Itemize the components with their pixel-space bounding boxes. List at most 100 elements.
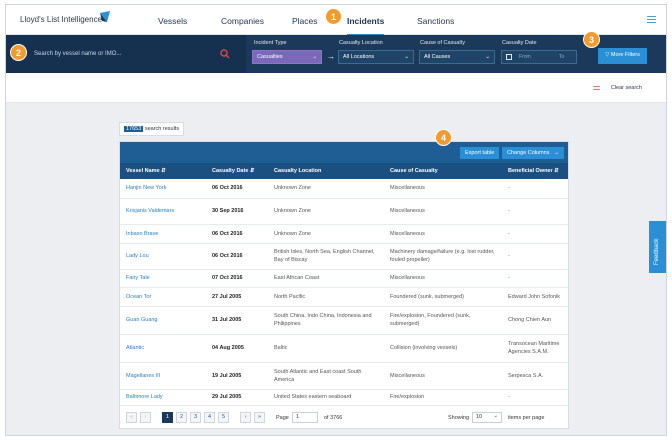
casualty-location-select[interactable]: All Locations ⌄ bbox=[338, 50, 414, 64]
vessel-name-link[interactable]: Fairy Tale bbox=[120, 269, 206, 288]
nav-places[interactable]: Places bbox=[292, 16, 318, 26]
beneficial-owner-cell: - bbox=[502, 179, 568, 199]
search-icon[interactable] bbox=[220, 49, 230, 59]
arrow-right-icon: → bbox=[327, 52, 335, 61]
vessel-name-link[interactable]: Hanjin New York bbox=[120, 179, 206, 199]
incident-type-value: Casualties bbox=[257, 54, 283, 60]
page-button-4[interactable]: 4 bbox=[204, 412, 215, 423]
change-columns-button[interactable]: Change Columns ⌄ bbox=[502, 147, 564, 159]
next-page-icon[interactable]: › bbox=[240, 412, 251, 423]
cause-of-casualty-label: Cause of Casualty bbox=[420, 40, 465, 46]
table-toolbar: Export table Change Columns ⌄ bbox=[120, 142, 568, 163]
casualty-date-range[interactable]: From To bbox=[501, 50, 577, 64]
chevron-down-icon: ⌄ bbox=[312, 54, 317, 60]
casualty-date-cell: 27 Jul 2005 bbox=[206, 287, 268, 307]
results-count-suffix: search results bbox=[144, 126, 180, 132]
beneficial-owner-cell: - bbox=[502, 224, 568, 244]
casualty-location-cell: North Pacific bbox=[268, 287, 384, 307]
column-header-vessel-name[interactable]: Vessel Name ⇵ bbox=[120, 163, 206, 179]
change-columns-label: Change Columns bbox=[507, 150, 550, 156]
sort-icon[interactable]: ⇵ bbox=[161, 168, 166, 174]
vessel-name-link[interactable]: Ocean Tor bbox=[120, 287, 206, 307]
items-per-page-label: items per page bbox=[508, 415, 545, 421]
table-row[interactable]: Magellanes III 19 Jul 2005 South Atlanti… bbox=[120, 362, 568, 390]
results-table-card: Export table Change Columns ⌄ Vessel Nam… bbox=[119, 141, 569, 429]
date-to-input[interactable]: To bbox=[559, 54, 564, 60]
table-row[interactable]: Guan Guang 31 Jul 2005 South China, Indo… bbox=[120, 306, 568, 335]
column-header-casualty-date[interactable]: Casualty Date ⇵ bbox=[206, 163, 268, 179]
nav-companies[interactable]: Companies bbox=[221, 16, 264, 26]
vessel-name-link[interactable]: Guan Guang bbox=[120, 306, 206, 335]
casualty-date-cell: 06 Oct 2016 bbox=[206, 243, 268, 270]
table-row[interactable]: Hanjin New York 06 Oct 2016 Unknown Zone… bbox=[120, 179, 568, 199]
table-row[interactable]: Ocean Tor 27 Jul 2005 North Pacific Foun… bbox=[120, 287, 568, 307]
beneficial-owner-cell: Serpesca S.A. bbox=[502, 362, 568, 390]
first-page-icon[interactable]: « bbox=[126, 412, 137, 423]
sort-icon[interactable]: ⇵ bbox=[554, 168, 559, 174]
table-row[interactable]: Baltimore Lady 29 Jul 2005 United States… bbox=[120, 389, 568, 406]
table-row[interactable]: Krisjanis Valdemars 30 Sep 2016 Unknown … bbox=[120, 198, 568, 225]
nav-incidents[interactable]: Incidents bbox=[347, 16, 385, 36]
casualty-location-cell: South Atlantic and East coast South Amer… bbox=[268, 362, 384, 390]
clear-search-link[interactable]: Clear search bbox=[611, 85, 642, 91]
casualty-date-cell: 30 Sep 2016 bbox=[206, 198, 268, 225]
vessel-name-link[interactable]: Baltimore Lady bbox=[120, 389, 206, 406]
items-per-page-value: 10 bbox=[476, 414, 483, 420]
last-page-icon[interactable]: » bbox=[254, 412, 265, 423]
callout-badge-3: 3 bbox=[583, 31, 600, 48]
filter-bar: Search by vessel name or IMO... Incident… bbox=[6, 35, 666, 73]
hamburger-menu-icon[interactable] bbox=[647, 16, 656, 23]
table-row[interactable]: Lady Lou 06 Oct 2016 British Isles, Nort… bbox=[120, 243, 568, 270]
cause-of-casualty-cell: Fire/explosion bbox=[384, 389, 502, 406]
page-button-1[interactable]: 1 bbox=[162, 412, 173, 423]
vessel-search-box[interactable]: Search by vessel name or IMO... bbox=[6, 35, 246, 73]
page-button-5[interactable]: 5 bbox=[218, 412, 229, 423]
nav-vessels[interactable]: Vessels bbox=[158, 16, 187, 26]
beneficial-owner-cell: - bbox=[502, 269, 568, 288]
brand-logo-text[interactable]: Lloyd's List Intelligence bbox=[20, 15, 102, 24]
beneficial-owner-cell: Chong Chien Aun bbox=[502, 306, 568, 335]
previous-page-icon[interactable]: ‹ bbox=[140, 412, 151, 423]
date-from-input[interactable]: From bbox=[519, 54, 531, 60]
incident-type-select[interactable]: Casualties ⌄ bbox=[252, 50, 322, 64]
sort-icon[interactable]: ⇵ bbox=[250, 168, 255, 174]
column-header-casualty-location[interactable]: Casualty Location bbox=[268, 163, 384, 179]
table-row[interactable]: Fairy Tale 07 Oct 2016 East African Coas… bbox=[120, 269, 568, 288]
items-per-page-select[interactable]: 10 ⌄ bbox=[472, 412, 502, 423]
beneficial-owner-cell: - bbox=[502, 389, 568, 406]
beneficial-owner-cell: - bbox=[502, 198, 568, 225]
cause-of-casualty-cell: Machinery damage/failure (e.g. lost rudd… bbox=[384, 243, 502, 270]
casualty-date-label: Casualty Date bbox=[502, 40, 537, 46]
casualty-date-cell: 06 Oct 2016 bbox=[206, 224, 268, 244]
vessel-name-link[interactable]: Atlantic bbox=[120, 334, 206, 363]
vessel-name-link[interactable]: Krisjanis Valdemars bbox=[120, 198, 206, 225]
page-button-2[interactable]: 2 bbox=[176, 412, 187, 423]
page-number-input[interactable]: 1 bbox=[292, 412, 318, 423]
more-filters-button[interactable]: ▽ More Filters bbox=[598, 48, 647, 64]
casualty-location-cell: Unknown Zone bbox=[268, 224, 384, 244]
feedback-tab[interactable]: Feedback bbox=[649, 221, 666, 273]
column-header-beneficial-owner[interactable]: Beneficial Owner ⇵ bbox=[502, 163, 568, 179]
table-header-row: Vessel Name ⇵ Casualty Date ⇵ Casualty L… bbox=[120, 163, 568, 179]
cause-of-casualty-cell: Miscellaneous bbox=[384, 179, 502, 199]
column-header-cause-of-casualty[interactable]: Cause of Casualty bbox=[384, 163, 502, 179]
page-button-3[interactable]: 3 bbox=[190, 412, 201, 423]
incident-type-label: Incident Type bbox=[254, 40, 287, 46]
export-table-button[interactable]: Export table bbox=[460, 147, 500, 159]
app-window: Lloyd's List Intelligence Vessels Compan… bbox=[5, 4, 667, 436]
more-filters-label: More Filters bbox=[610, 52, 640, 58]
casualty-date-cell: 29 Jul 2005 bbox=[206, 389, 268, 406]
table-row[interactable]: Atlantic 04 Aug 2005 Baltic Collision (i… bbox=[120, 334, 568, 363]
casualty-date-cell: 31 Jul 2005 bbox=[206, 306, 268, 335]
showing-label: Showing bbox=[448, 415, 470, 421]
callout-badge-2: 2 bbox=[10, 44, 27, 61]
page-label: Page bbox=[276, 415, 289, 421]
table-row[interactable]: Inbaso Brave 06 Oct 2016 Unknown Zone Mi… bbox=[120, 224, 568, 244]
nav-sanctions[interactable]: Sanctions bbox=[417, 16, 454, 26]
vessel-name-link[interactable]: Lady Lou bbox=[120, 243, 206, 270]
vessel-name-link[interactable]: Magellanes III bbox=[120, 362, 206, 390]
vessel-name-link[interactable]: Inbaso Brave bbox=[120, 224, 206, 244]
callout-badge-1: 1 bbox=[325, 8, 342, 25]
search-input[interactable]: Search by vessel name or IMO... bbox=[34, 51, 121, 57]
cause-of-casualty-select[interactable]: All Causes ⌄ bbox=[419, 50, 495, 64]
